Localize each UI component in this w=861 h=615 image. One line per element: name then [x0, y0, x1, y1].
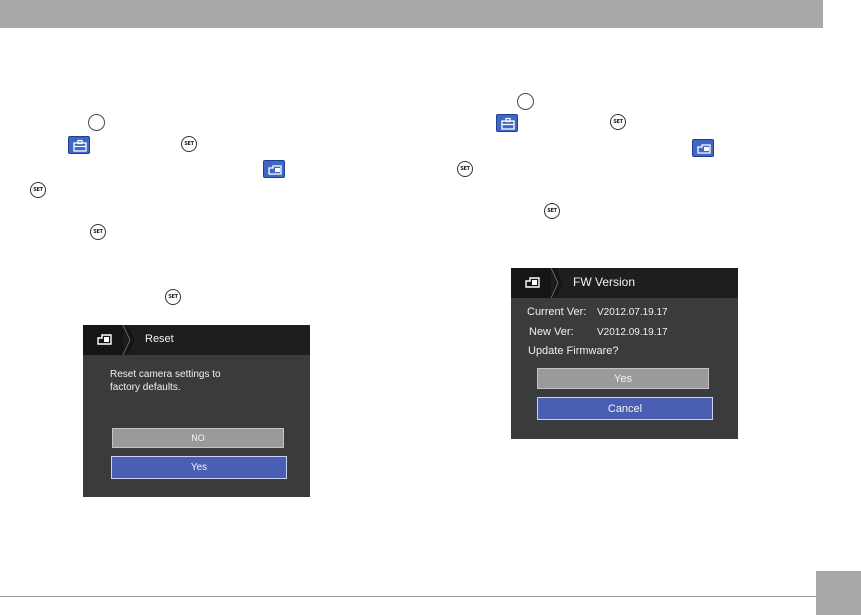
dialog-header: Reset: [83, 325, 310, 355]
set-button-icon: SET: [544, 203, 560, 219]
new-version-label: New Ver:: [529, 326, 574, 338]
chevron-right-icon: [121, 325, 135, 355]
camera-settings-icon: [97, 334, 112, 345]
yes-button[interactable]: Yes: [111, 456, 287, 479]
footer-rule: [0, 596, 816, 597]
yes-button[interactable]: Yes: [537, 368, 709, 389]
page-tab: [816, 571, 861, 615]
dialog-title: FW Version: [573, 275, 636, 289]
setup-menu-icon: [68, 136, 90, 154]
set-button-icon: SET: [90, 224, 106, 240]
camera-settings-icon: [525, 277, 540, 288]
fw-version-dialog: FW Version Current Ver: V2012.07.19.17 N…: [511, 268, 738, 439]
setup-menu-icon: [496, 114, 518, 132]
set-button-icon: SET: [457, 161, 473, 177]
reset-message-line1: Reset camera settings to: [110, 369, 221, 380]
no-button[interactable]: NO: [112, 428, 284, 448]
mode-button-icon: [517, 93, 534, 110]
header-bar: [0, 0, 823, 28]
dialog-header: FW Version: [511, 268, 738, 298]
cancel-button[interactable]: Cancel: [537, 397, 713, 420]
reset-dialog: Reset Reset camera settings to factory d…: [83, 325, 310, 497]
chevron-right-icon: [549, 268, 563, 298]
set-button-icon: SET: [181, 136, 197, 152]
set-button-icon: SET: [610, 114, 626, 130]
new-version-value: V2012.09.19.17: [597, 327, 668, 338]
dialog-title: Reset: [145, 333, 174, 345]
camera-settings-icon: [692, 139, 714, 157]
current-version-value: V2012.07.19.17: [597, 307, 668, 318]
update-prompt: Update Firmware?: [528, 345, 619, 357]
set-button-icon: SET: [30, 182, 46, 198]
reset-message-line2: factory defaults.: [110, 382, 181, 393]
mode-button-icon: [88, 114, 105, 131]
current-version-label: Current Ver:: [527, 306, 587, 318]
camera-settings-icon: [263, 160, 285, 178]
set-button-icon: SET: [165, 289, 181, 305]
